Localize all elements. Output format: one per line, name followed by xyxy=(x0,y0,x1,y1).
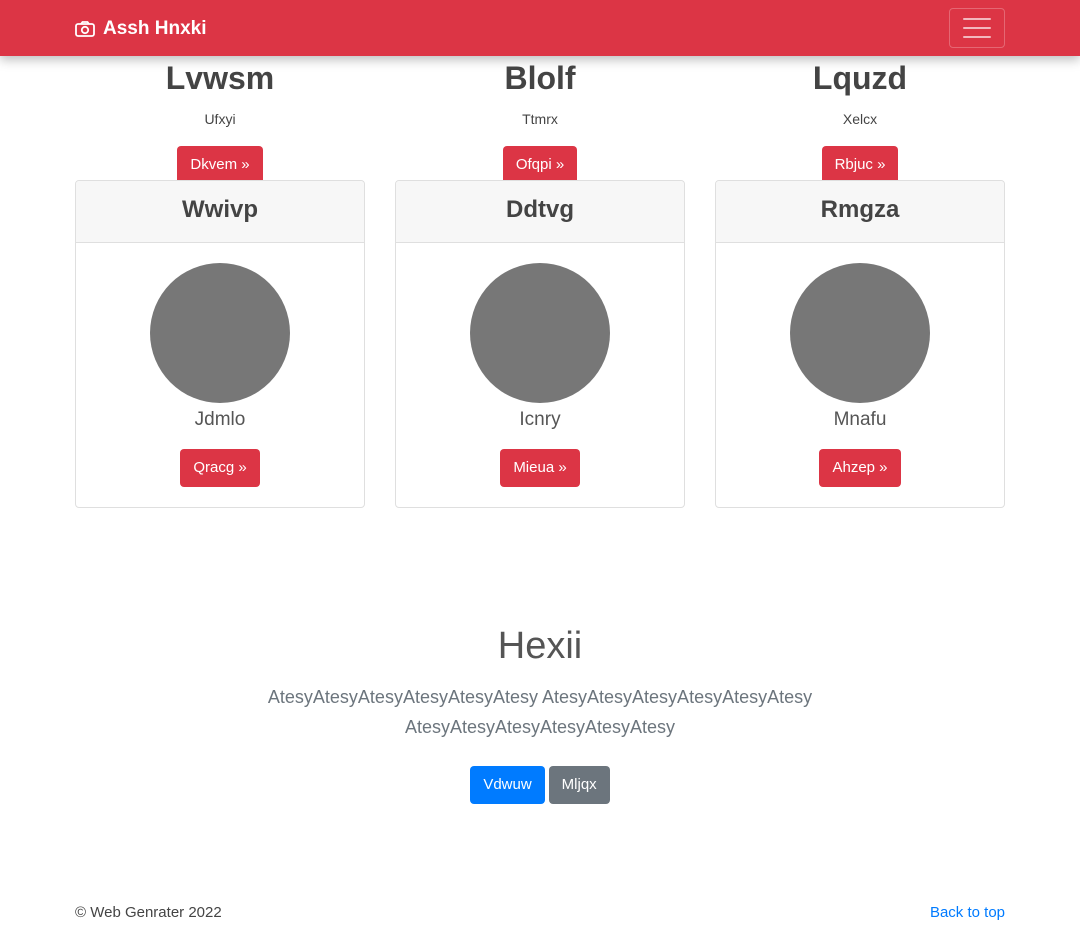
feature-column: Blolf Ttmrx Ofqpi » xyxy=(395,58,685,184)
primary-button[interactable]: Vdwuw xyxy=(470,766,545,804)
profile-card: Rmgza Mnafu Ahzep » xyxy=(715,180,1005,508)
navbar-toggler-button[interactable] xyxy=(949,8,1005,48)
feature-column: Lvwsm Ufxyi Dkvem » xyxy=(75,58,365,184)
hamburger-menu-icon xyxy=(963,15,991,42)
card-name: Mnafu xyxy=(833,409,887,430)
column-subtitle: Xelcx xyxy=(842,111,878,127)
column-button[interactable]: Dkvem » xyxy=(177,146,263,184)
avatar xyxy=(470,263,610,403)
profile-card: Wwivp Jdmlo Qracg » xyxy=(75,180,365,508)
column-title: Lquzd xyxy=(812,60,908,96)
footer-copyright: © Web Genrater 2022 xyxy=(75,904,222,921)
camera-icon xyxy=(75,21,95,37)
card-button[interactable]: Ahzep » xyxy=(819,449,901,487)
column-title: Blolf xyxy=(504,60,576,96)
hero-section: Hexii AtesyAtesyAtesyAtesyAtesyAtesy Ate… xyxy=(0,624,1080,804)
brand-link[interactable]: Assh Hnxki xyxy=(75,16,206,42)
card-name: Jdmlo xyxy=(194,409,246,430)
card-button[interactable]: Qracg » xyxy=(180,449,260,487)
avatar xyxy=(790,263,930,403)
card-button[interactable]: Mieua » xyxy=(500,449,580,487)
profile-card: Ddtvg Icnry Mieua » xyxy=(395,180,685,508)
card-header: Ddtvg xyxy=(396,181,684,243)
column-subtitle: Ufxyi xyxy=(204,111,236,127)
card-header: Rmgza xyxy=(716,181,1004,243)
card-header: Wwivp xyxy=(76,181,364,243)
back-to-top-link[interactable]: Back to top xyxy=(930,904,1005,921)
hero-title: Hexii xyxy=(497,625,583,667)
column-title: Lvwsm xyxy=(165,60,275,96)
hero-text: AtesyAtesyAtesyAtesyAtesyAtesy AtesyAtes… xyxy=(267,687,813,737)
navbar: Assh Hnxki xyxy=(0,0,1080,56)
feature-column: Lquzd Xelcx Rbjuc » xyxy=(715,58,1005,184)
secondary-button[interactable]: Mljqx xyxy=(548,766,610,804)
avatar xyxy=(150,263,290,403)
card-name: Icnry xyxy=(519,409,561,430)
brand-title: Assh Hnxki xyxy=(103,18,207,39)
column-button[interactable]: Ofqpi » xyxy=(502,146,578,184)
column-subtitle: Ttmrx xyxy=(522,111,558,127)
column-button[interactable]: Rbjuc » xyxy=(821,146,899,184)
